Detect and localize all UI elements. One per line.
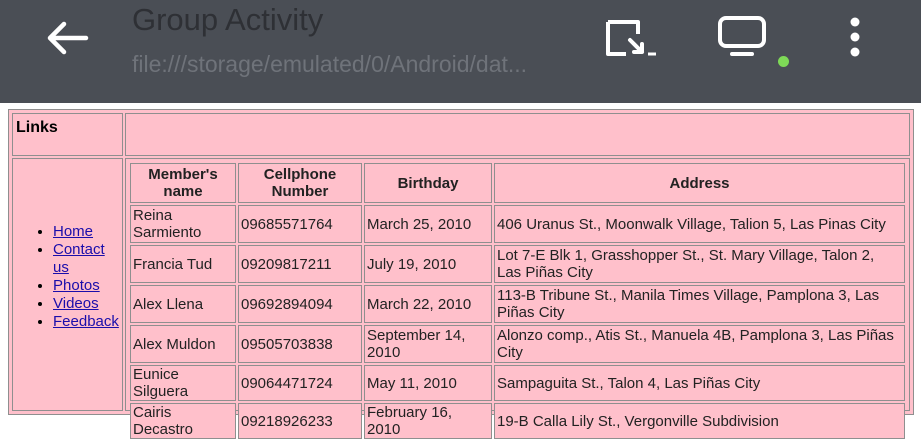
member-address: 406 Uranus St., Moonwalk Village, Talion… — [494, 205, 905, 243]
back-button[interactable] — [42, 18, 92, 58]
layout-table: Links Home Contact us Photos Videos Feed… — [8, 109, 914, 439]
member-address: 113-B Tribune St., Manila Times Village,… — [494, 285, 905, 323]
members-table-cell: Member's name Cellphone Number Birthday … — [125, 158, 910, 439]
nav-item-contact: Contact us — [53, 241, 122, 277]
nav-item-home: Home — [53, 223, 122, 241]
member-birthday: March 22, 2010 — [364, 285, 492, 323]
members-table: Member's name Cellphone Number Birthday … — [128, 161, 907, 441]
photos-link[interactable]: Photos — [53, 277, 100, 294]
table-row: Cairis Decastro 09218926233 February 16,… — [130, 403, 905, 439]
member-name: Reina Sarmiento — [130, 205, 236, 243]
member-name: Cairis Decastro — [130, 403, 236, 439]
app-bar: Group Activity file:///storage/emulated/… — [0, 0, 921, 103]
member-name: Alex Llena — [130, 285, 236, 323]
table-row: Reina Sarmiento 09685571764 March 25, 20… — [130, 205, 905, 243]
cast-button[interactable] — [604, 18, 658, 58]
more-vert-icon — [850, 17, 860, 57]
member-cellphone: 09064471724 — [238, 365, 362, 401]
member-birthday: September 14, 2010 — [364, 325, 492, 363]
links-heading: Links — [12, 113, 123, 156]
member-cellphone: 09692894094 — [238, 285, 362, 323]
nav-list: Home Contact us Photos Videos Feedback — [13, 223, 122, 331]
table-row: Francia Tud 09209817211 July 19, 2010 Lo… — [130, 245, 905, 283]
col-header-address: Address — [494, 163, 905, 203]
member-address: Lot 7-E Blk 1, Grasshopper St., St. Mary… — [494, 245, 905, 283]
feedback-link[interactable]: Feedback — [53, 313, 119, 330]
more-options-button[interactable] — [838, 14, 872, 60]
member-address: Alonzo comp., Atis St., Manuela 4B, Pamp… — [494, 325, 905, 363]
table-header-row: Member's name Cellphone Number Birthday … — [130, 163, 905, 203]
col-header-birthday: Birthday — [364, 163, 492, 203]
page-title: Group Activity — [132, 2, 324, 37]
nav-item-photos: Photos — [53, 277, 122, 295]
member-address: Sampaguita St., Talon 4, Las Piñas City — [494, 365, 905, 401]
member-name: Francia Tud — [130, 245, 236, 283]
status-dot — [778, 56, 789, 67]
member-birthday: February 16, 2010 — [364, 403, 492, 439]
nav-item-videos: Videos — [53, 295, 122, 313]
member-birthday: July 19, 2010 — [364, 245, 492, 283]
contact-us-link[interactable]: Contact us — [53, 241, 105, 276]
nav-cell: Home Contact us Photos Videos Feedback — [12, 158, 123, 411]
col-header-name: Member's name — [130, 163, 236, 203]
nav-item-feedback: Feedback — [53, 313, 122, 331]
table-row: Eunice Silguera 09064471724 May 11, 2010… — [130, 365, 905, 401]
member-cellphone: 09209817211 — [238, 245, 362, 283]
member-birthday: March 25, 2010 — [364, 205, 492, 243]
videos-link[interactable]: Videos — [53, 295, 99, 312]
col-header-cellphone: Cellphone Number — [238, 163, 362, 203]
table-row: Alex Llena 09692894094 March 22, 2010 11… — [130, 285, 905, 323]
home-link[interactable]: Home — [53, 223, 93, 240]
header-empty-cell — [125, 113, 910, 156]
arrow-left-icon — [47, 21, 89, 55]
member-cellphone: 09505703838 — [238, 325, 362, 363]
desktop-site-button[interactable] — [716, 14, 770, 58]
table-row: Alex Muldon 09505703838 September 14, 20… — [130, 325, 905, 363]
member-address: 19-B Calla Lily St., Vergonville Subdivi… — [494, 403, 905, 439]
url-text[interactable]: file:///storage/emulated/0/Android/dat..… — [132, 51, 572, 78]
member-name: Alex Muldon — [130, 325, 236, 363]
member-cellphone: 09218926233 — [238, 403, 362, 439]
member-birthday: May 11, 2010 — [364, 365, 492, 401]
member-name: Eunice Silguera — [130, 365, 236, 401]
desktop-icon — [718, 16, 766, 56]
cast-icon — [606, 20, 656, 56]
member-cellphone: 09685571764 — [238, 205, 362, 243]
